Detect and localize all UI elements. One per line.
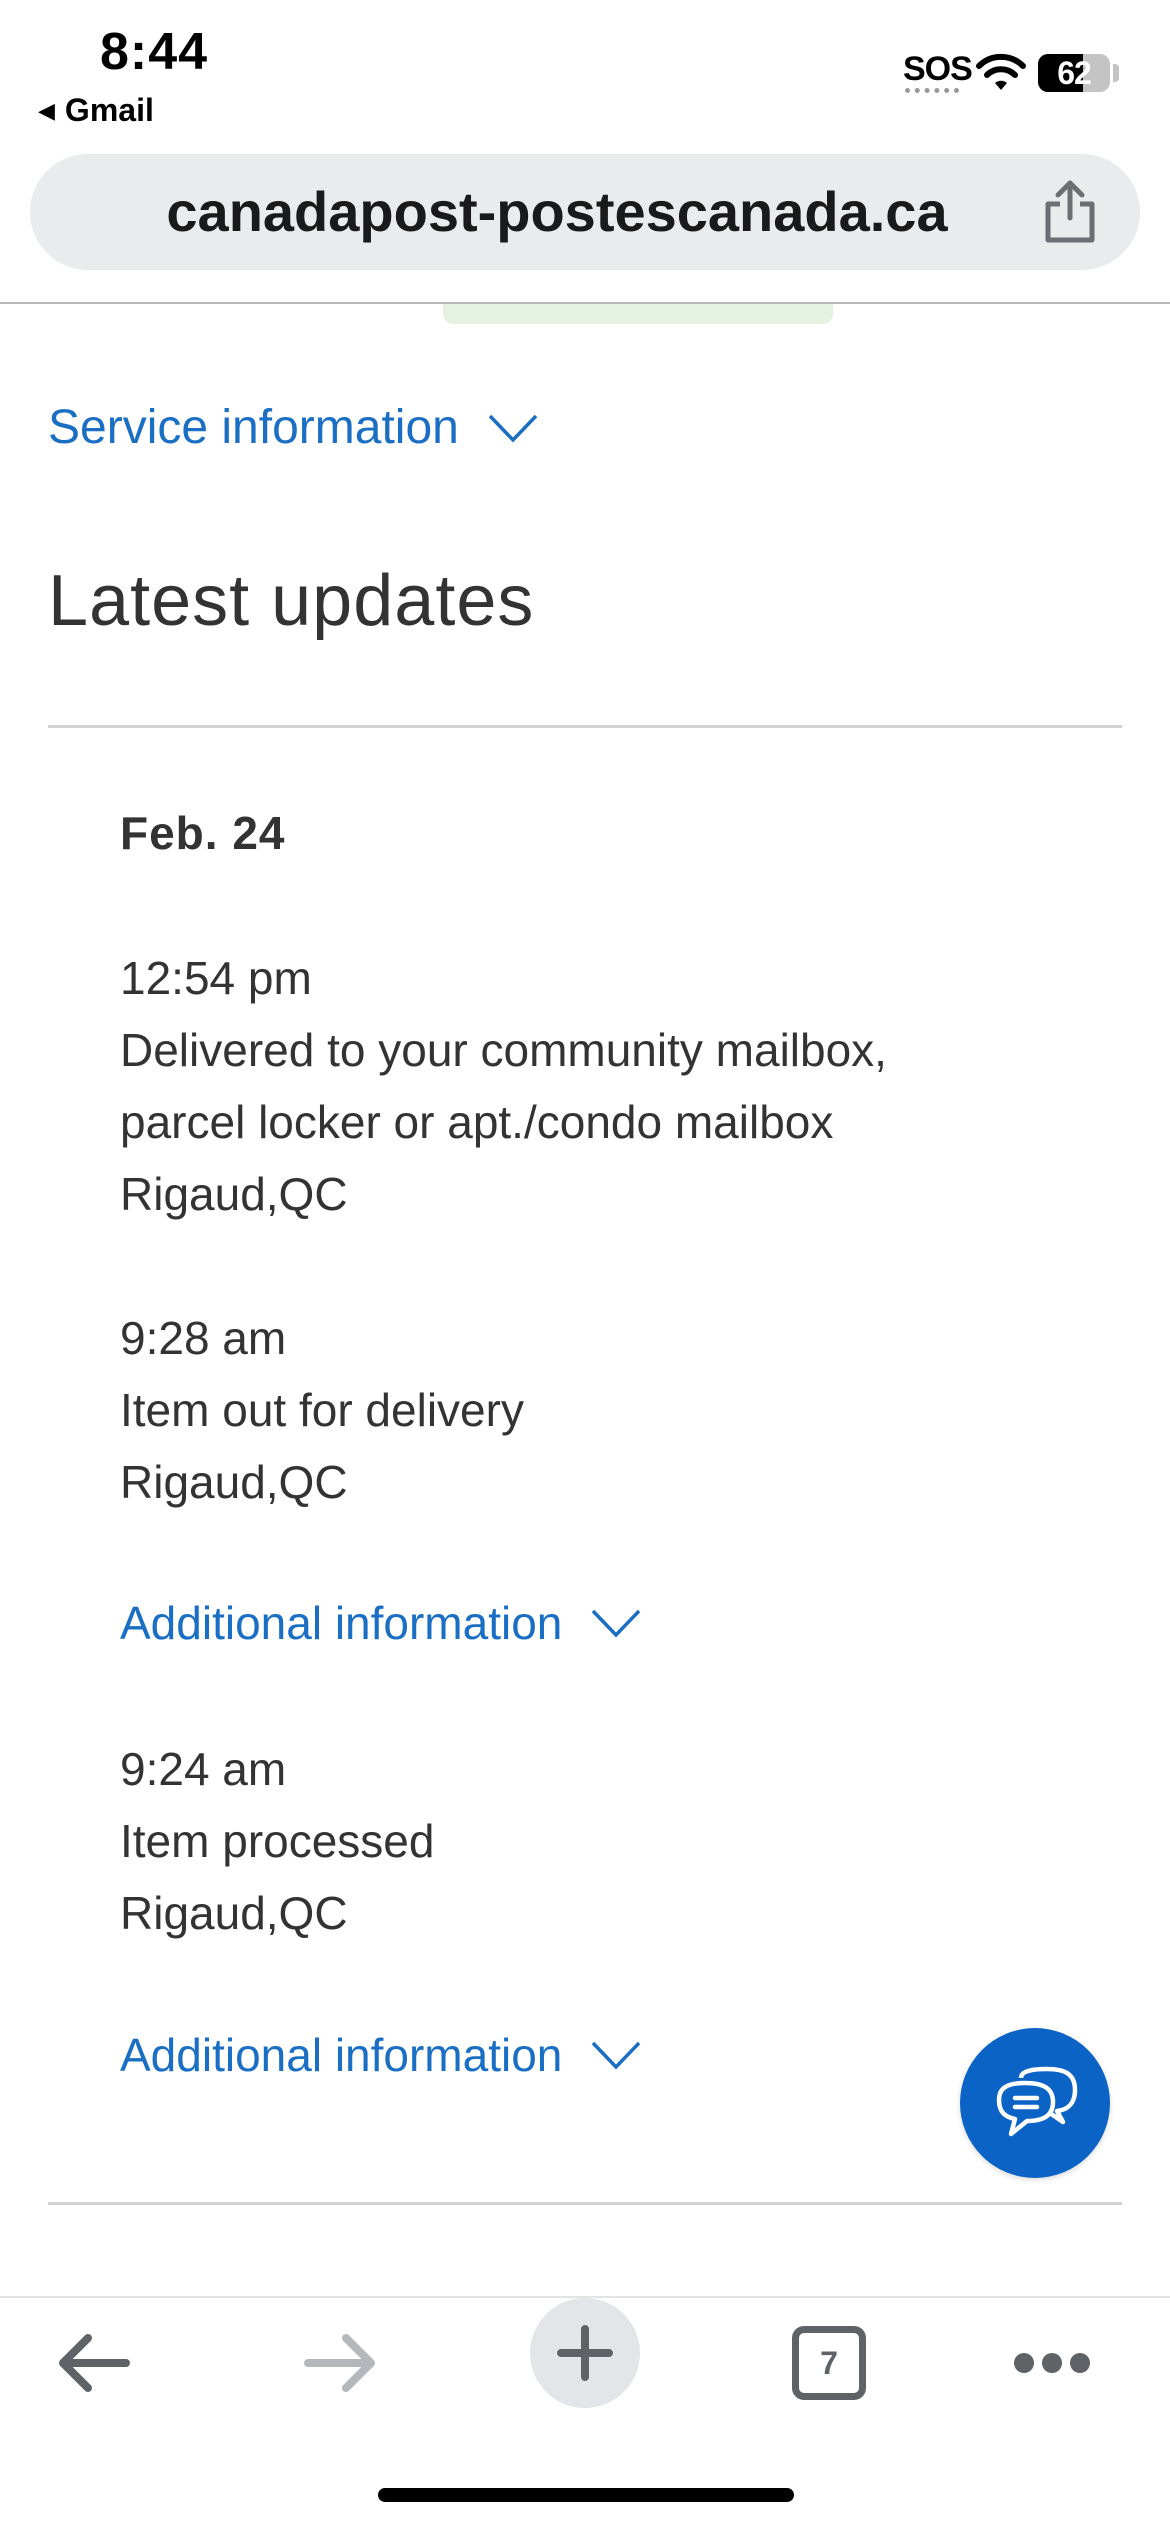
- section-divider-top: [48, 725, 1122, 728]
- tracking-event: 12:54 pm Delivered to your community mai…: [120, 942, 887, 1230]
- event-time: 12:54 pm: [120, 952, 312, 1004]
- event-time: 9:24 am: [120, 1743, 287, 1795]
- more-dot: [1014, 2353, 1034, 2373]
- chevron-down-icon: [488, 414, 538, 443]
- service-information-label: Service information: [48, 401, 459, 454]
- additional-information-label: Additional information: [120, 1597, 563, 1649]
- event-status: Item processed: [120, 1815, 435, 1867]
- additional-information-toggle[interactable]: Additional information: [120, 1596, 642, 1650]
- event-location: Rigaud,QC: [120, 1887, 348, 1939]
- home-indicator: [378, 2488, 794, 2502]
- plus-icon: [557, 2325, 613, 2381]
- back-triangle-icon: ◀: [38, 97, 55, 123]
- status-banner-edge: [443, 304, 833, 324]
- event-time: 9:28 am: [120, 1312, 287, 1364]
- more-dot: [1070, 2353, 1090, 2373]
- address-bar[interactable]: canadapost-postescanada.ca: [30, 154, 1140, 270]
- latest-updates-title: Latest updates: [48, 561, 535, 641]
- chat-button[interactable]: [960, 2028, 1110, 2178]
- back-to-app-link[interactable]: ◀ Gmail: [38, 92, 154, 129]
- event-status: Delivered to your community mailbox,: [120, 1024, 887, 1076]
- service-information-toggle[interactable]: Service information: [48, 400, 539, 455]
- url-text: canadapost-postescanada.ca: [166, 180, 948, 243]
- share-icon[interactable]: [1040, 178, 1100, 244]
- chevron-down-icon: [592, 2041, 641, 2070]
- date-heading: Feb. 24: [120, 807, 286, 859]
- arrow-right-icon[interactable]: [302, 2330, 378, 2396]
- chevron-down-icon: [592, 1609, 641, 1638]
- signal-dots-icon: [905, 88, 959, 94]
- more-dot: [1042, 2353, 1062, 2373]
- event-status: parcel locker or apt./condo mailbox: [120, 1096, 834, 1148]
- arrow-left-icon[interactable]: [56, 2330, 132, 2396]
- wifi-icon: [976, 53, 1026, 90]
- chat-bubble-icon: [996, 2066, 1078, 2137]
- more-horizontal-icon[interactable]: [1014, 2348, 1090, 2378]
- battery-icon: 62: [1038, 54, 1110, 92]
- new-tab-button[interactable]: [530, 2298, 640, 2408]
- event-location: Rigaud,QC: [120, 1456, 348, 1508]
- additional-information-toggle[interactable]: Additional information: [120, 2028, 642, 2082]
- tab-switcher-button[interactable]: 7: [792, 2326, 866, 2400]
- section-divider-bottom: [48, 2202, 1122, 2205]
- battery-tip: [1113, 64, 1119, 82]
- event-status: Item out for delivery: [120, 1384, 524, 1436]
- event-location: Rigaud,QC: [120, 1168, 348, 1220]
- battery-percent: 62: [1057, 54, 1092, 91]
- tracking-event: 9:28 am Item out for delivery Rigaud,QC: [120, 1302, 524, 1518]
- back-app-label: Gmail: [64, 92, 154, 128]
- status-time: 8:44: [100, 23, 209, 81]
- sos-indicator: SOS: [903, 50, 973, 88]
- additional-information-label: Additional information: [120, 2029, 563, 2081]
- status-bar: 8:44 ◀ Gmail SOS 62: [0, 0, 1170, 150]
- tracking-event: 9:24 am Item processed Rigaud,QC: [120, 1733, 434, 1949]
